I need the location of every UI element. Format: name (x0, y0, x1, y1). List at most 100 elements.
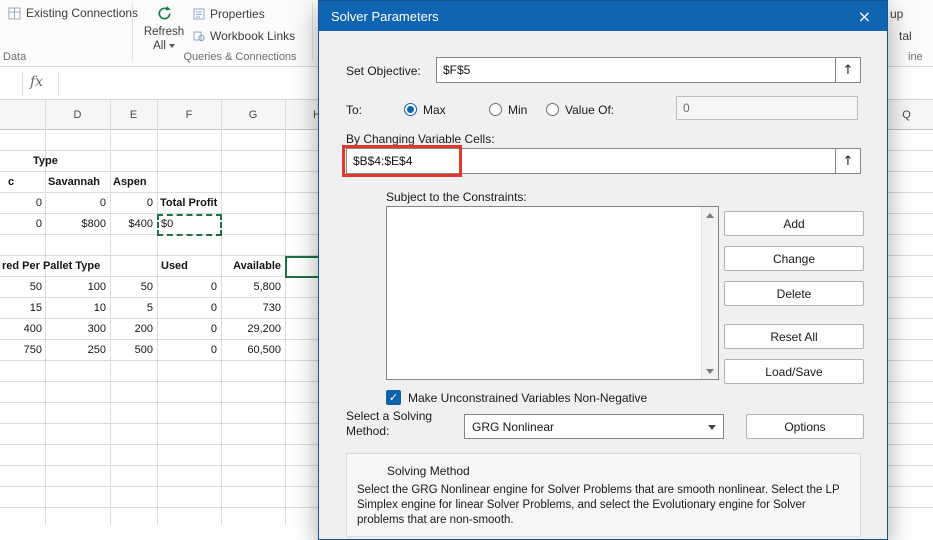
constraints-listbox[interactable] (386, 206, 719, 380)
radio-min-label[interactable]: Min (508, 103, 527, 117)
grid-cell[interactable]: 0 (157, 319, 217, 340)
delete-button[interactable]: Delete (724, 281, 864, 306)
grid-cell[interactable]: $400 (110, 214, 153, 235)
close-icon: × (857, 6, 872, 26)
grid-cell[interactable]: 300 (45, 319, 106, 340)
grid-cell[interactable]: 0 (157, 340, 217, 361)
existing-connections-label: Existing Connections (26, 6, 139, 20)
close-button[interactable]: × (842, 1, 887, 31)
grid-cell[interactable]: 0 (0, 214, 42, 235)
outline-group-label: ine (908, 51, 923, 63)
insert-function-button[interactable]: fx (30, 74, 43, 90)
grid-cell[interactable]: 0 (0, 193, 42, 214)
grid-cell[interactable]: 50 (110, 277, 153, 298)
ribbon-separator (312, 3, 313, 61)
group-button-partial[interactable]: up (890, 7, 903, 21)
grid-cell[interactable]: Total Profit (160, 193, 260, 214)
ribbon-separator (132, 3, 133, 61)
column-header-d[interactable]: D (45, 100, 110, 130)
dialog-titlebar[interactable]: Solver Parameters (319, 1, 887, 31)
reset-all-button[interactable]: Reset All (724, 324, 864, 349)
solving-method-value: GRG Nonlinear (472, 419, 555, 434)
column-header-e[interactable]: E (110, 100, 157, 130)
grid-cell[interactable]: 500 (110, 340, 153, 361)
grid-cell[interactable]: Savannah (48, 172, 108, 193)
grid-cell[interactable]: 200 (110, 319, 153, 340)
set-objective-input[interactable]: $F$5 ↑ (436, 57, 861, 83)
formula-bar-separator (22, 72, 23, 96)
solver-parameters-dialog: Solver Parameters × Set Objective: $F$5 … (318, 0, 888, 540)
grid-cell[interactable]: Aspen (113, 172, 157, 193)
grid-cell[interactable]: 100 (45, 277, 106, 298)
grid-cell[interactable]: 0 (157, 277, 217, 298)
radio-value-of-label[interactable]: Value Of: (565, 103, 614, 117)
chevron-down-icon (708, 425, 716, 430)
properties-label: Properties (210, 7, 265, 21)
marquee-selection (157, 214, 222, 236)
refresh-icon (156, 5, 173, 25)
grid-cell[interactable]: 5,800 (221, 277, 281, 298)
properties-button[interactable]: Properties (193, 7, 265, 21)
range-select-button[interactable]: ↑ (835, 58, 860, 82)
grid-cell[interactable]: 0 (157, 298, 217, 319)
constraints-scrollbar[interactable] (701, 207, 718, 379)
grid-cell[interactable]: 50 (0, 277, 42, 298)
grid-cell[interactable]: 750 (0, 340, 42, 361)
grid-cell[interactable]: 400 (0, 319, 42, 340)
add-button[interactable]: Add (724, 211, 864, 236)
solving-method-panel: Solving Method Select the GRG Nonlinear … (346, 453, 861, 537)
column-header-f[interactable]: F (157, 100, 221, 130)
radio-min[interactable] (489, 103, 502, 116)
data-group-label: Data (3, 51, 27, 63)
radio-max-label[interactable]: Max (423, 103, 446, 117)
range-select-button[interactable]: ↑ (835, 149, 860, 173)
grid-cell[interactable]: c (8, 172, 28, 193)
options-button[interactable]: Options (746, 414, 864, 439)
grid-cell[interactable]: 250 (45, 340, 106, 361)
radio-max[interactable] (404, 103, 417, 116)
set-objective-label: Set Objective: (346, 64, 421, 78)
value-of-input[interactable]: 0 (676, 96, 858, 120)
grid-cell[interactable]: Used (161, 256, 211, 277)
scroll-down-button[interactable] (702, 363, 718, 379)
grid-cell[interactable]: 0 (45, 193, 106, 214)
grid-cell[interactable]: Available (221, 256, 281, 277)
grid-cell[interactable]: 5 (110, 298, 153, 319)
solving-method-label: Select a Solving Method: (346, 409, 433, 438)
workbook-links-button[interactable]: Workbook Links (193, 29, 295, 43)
dialog-title: Solver Parameters (331, 8, 439, 24)
by-changing-cells-label: By Changing Variable Cells: (346, 132, 495, 146)
change-button[interactable]: Change (724, 246, 864, 271)
gridline-vertical (285, 100, 286, 525)
queries-connections-group-label: Queries & Connections (183, 51, 297, 63)
grid-cell[interactable]: 15 (0, 298, 42, 319)
subtotal-button-partial[interactable]: tal (899, 29, 912, 43)
constraints-label: Subject to the Constraints: (386, 190, 527, 204)
grid-cell[interactable]: 730 (221, 298, 281, 319)
collapse-dialog-icon: ↑ (842, 62, 854, 78)
grid-cell[interactable]: 0 (110, 193, 153, 214)
solving-method-title: Solving Method (387, 464, 470, 478)
radio-value-of[interactable] (546, 103, 559, 116)
workbook-links-label: Workbook Links (210, 29, 296, 43)
load-save-button[interactable]: Load/Save (724, 359, 864, 384)
grid-cell[interactable]: red Per Pallet Type (2, 256, 162, 277)
grid-cell[interactable]: Type (33, 151, 113, 172)
existing-connections-button[interactable]: Existing Connections (8, 6, 138, 20)
value-of-value: 0 (683, 101, 690, 115)
non-negative-checkbox[interactable]: ✓ (386, 390, 401, 405)
properties-icon (193, 8, 205, 20)
column-header-g[interactable]: G (221, 100, 285, 130)
non-negative-label[interactable]: Make Unconstrained Variables Non-Negativ… (408, 391, 647, 405)
solving-method-dropdown[interactable]: GRG Nonlinear (464, 414, 724, 439)
grid-cell[interactable]: 29,200 (221, 319, 281, 340)
formula-bar-separator (58, 72, 59, 96)
arrow-up-icon (706, 212, 714, 218)
grid-cell[interactable]: $800 (45, 214, 106, 235)
grid-cell[interactable]: 10 (45, 298, 106, 319)
refresh-all-label-1: Refresh (143, 26, 185, 38)
annotation-highlight (342, 145, 462, 177)
to-label: To: (346, 103, 363, 117)
grid-cell[interactable]: 60,500 (221, 340, 281, 361)
scroll-up-button[interactable] (702, 207, 718, 223)
